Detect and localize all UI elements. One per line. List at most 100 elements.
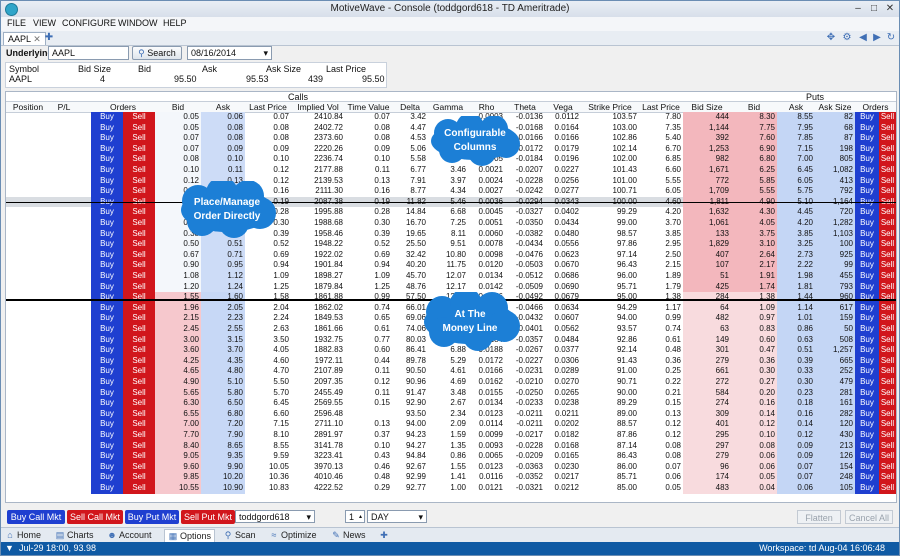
chain-cell[interactable]: 86.00	[581, 462, 639, 473]
chain-cell[interactable]: -0.0228	[505, 176, 545, 187]
chain-cell[interactable]: 95.00	[581, 292, 639, 303]
buy-put-button[interactable]: Buy	[855, 239, 879, 250]
chain-cell[interactable]: 483	[683, 483, 731, 494]
chain-cell[interactable]: -0.0210	[505, 377, 545, 388]
chain-cell[interactable]: 7.00	[155, 419, 201, 430]
chain-cell[interactable]: 0.16	[731, 398, 777, 409]
sell-call-button[interactable]: Sell	[123, 207, 155, 218]
buy-call-button[interactable]: Buy	[91, 366, 123, 377]
chain-cell[interactable]: 7.90	[201, 430, 245, 441]
chain-cell[interactable]: 2.05	[201, 302, 245, 314]
table-row[interactable]: Buy Sell Buy Sell 0.90 0.95 0.94 1901.84 0.94 40.…	[6, 260, 896, 271]
chain-cell[interactable]: 9.05	[155, 451, 201, 462]
chain-cell[interactable]: 1.09	[245, 271, 291, 282]
chain-cell[interactable]: 1.55	[155, 292, 201, 303]
sell-put-button[interactable]: Sell	[879, 122, 896, 134]
chain-cell[interactable]: 6.45	[777, 165, 815, 176]
chain-cell[interactable]: 1.09	[345, 271, 392, 282]
chain-cell[interactable]: 0.0690	[545, 282, 581, 293]
chain-cell[interactable]: 94.23	[392, 430, 428, 441]
sell-put-button[interactable]: Sell	[879, 387, 896, 399]
chain-cell[interactable]: 0.06	[731, 461, 777, 473]
chain-cell[interactable]: -0.0207	[505, 165, 545, 176]
chain-cell[interactable]: 1,282	[815, 218, 855, 229]
chain-cell[interactable]: 0.0277	[545, 186, 581, 197]
table-row[interactable]: Buy Sell Buy Sell 1.08 1.12 1.09 1898.27 1.09 45.…	[6, 271, 896, 282]
chain-cell[interactable]: 0.0202	[545, 419, 581, 430]
buy-put-button[interactable]: Buy	[855, 165, 879, 176]
chain-cell[interactable]: 68	[815, 122, 855, 134]
chain-cell[interactable]: 284	[683, 292, 731, 303]
chain-cell[interactable]: 0.86	[428, 451, 468, 462]
sell-put-button[interactable]: Sell	[879, 228, 896, 240]
chain-cell[interactable]: 2373.60	[291, 133, 345, 144]
buy-put-button[interactable]: Buy	[855, 334, 879, 346]
chain-cell[interactable]: 3141.78	[291, 441, 345, 452]
buy-put-button[interactable]: Buy	[855, 461, 879, 473]
chain-cell[interactable]: 4.61	[428, 366, 468, 377]
chain-cell[interactable]: 2.24	[245, 313, 291, 324]
sell-call-button[interactable]: Sell	[123, 249, 155, 261]
sell-call-button[interactable]: Sell	[123, 345, 155, 356]
chain-cell[interactable]: 8.40	[155, 440, 201, 452]
table-row[interactable]: Buy Sell Buy Sell 10.55 10.90 10.83 4222.52 0.29…	[6, 483, 896, 494]
chain-cell[interactable]: 87	[815, 133, 855, 144]
chain-cell[interactable]: 0.06	[639, 472, 683, 483]
chain-cell[interactable]: 2.15	[155, 313, 201, 324]
chain-cell[interactable]: 1.98	[777, 271, 815, 282]
chain-cell[interactable]: 0.0434	[545, 218, 581, 229]
chain-cell[interactable]: 94.00	[581, 313, 639, 324]
sell-put-button[interactable]: Sell	[879, 165, 896, 176]
chain-cell[interactable]: 0.0051	[468, 218, 505, 229]
chain-cell[interactable]: 32.42	[392, 250, 428, 261]
buy-put-button[interactable]: Buy	[855, 228, 879, 240]
chain-cell[interactable]: 97.86	[581, 239, 639, 250]
chain-cell[interactable]: 0.0480	[545, 229, 581, 240]
sell-put-button[interactable]: Sell	[879, 154, 896, 165]
sell-put-button[interactable]: Sell	[879, 239, 896, 250]
sell-call-button[interactable]: Sell	[123, 324, 155, 335]
chain-cell[interactable]: 3970.13	[291, 462, 345, 473]
chain-cell[interactable]: 0.0196	[545, 154, 581, 165]
sell-call-button[interactable]: Sell	[123, 366, 155, 377]
sell-put-button[interactable]: Sell	[879, 377, 896, 388]
chain-cell[interactable]: 6.25	[731, 165, 777, 176]
column-header[interactable]: Position	[6, 102, 50, 112]
sell-put-button[interactable]: Sell	[879, 112, 896, 123]
chain-cell[interactable]: 0.11	[345, 366, 392, 377]
column-header[interactable]: Time Value	[345, 102, 392, 112]
chain-cell[interactable]: 3.85	[639, 229, 683, 240]
chain-cell[interactable]: 1.00	[428, 483, 468, 494]
sell-call-market-button[interactable]: Sell Call Mkt	[67, 510, 123, 524]
chain-cell[interactable]: 0.0256	[545, 176, 581, 187]
status-menu-icon[interactable]: ▼	[5, 542, 14, 555]
table-row[interactable]: BuySellBuySell0.380.400.391958.460.3919.…	[6, 228, 896, 240]
buy-call-button[interactable]: Buy	[91, 419, 123, 430]
chain-cell[interactable]: 4.34	[428, 186, 468, 197]
chain-cell[interactable]: 0.46	[345, 462, 392, 473]
chain-cell[interactable]: 1882.83	[291, 345, 345, 356]
buy-call-button[interactable]: Buy	[91, 154, 123, 165]
column-header[interactable]: Gamma	[428, 102, 468, 112]
buy-call-button[interactable]: Buy	[91, 334, 123, 346]
chain-cell[interactable]: 0.09	[777, 451, 815, 462]
chain-cell[interactable]: 0.48	[345, 472, 392, 483]
chain-cell[interactable]: 2177.88	[291, 165, 345, 176]
sell-put-button[interactable]: Sell	[879, 260, 896, 271]
chain-cell[interactable]: 93.57	[581, 324, 639, 335]
chain-cell[interactable]: 2711.10	[291, 419, 345, 430]
chain-cell[interactable]: 0.43	[345, 451, 392, 462]
chain-cell[interactable]: 1,082	[815, 165, 855, 176]
chain-cell[interactable]: 0.30	[777, 377, 815, 388]
sell-put-market-button[interactable]: Sell Put Mkt	[181, 510, 235, 524]
chain-cell[interactable]: 8.65	[201, 440, 245, 452]
forward-icon[interactable]: ▶	[871, 32, 883, 43]
chain-cell[interactable]: 5.75	[777, 186, 815, 197]
chain-cell[interactable]: 6.90	[731, 143, 777, 155]
chain-cell[interactable]: 7.25	[428, 218, 468, 229]
chain-cell[interactable]: 2220.26	[291, 144, 345, 155]
buy-put-button[interactable]: Buy	[855, 313, 879, 324]
chain-cell[interactable]: 479	[815, 377, 855, 388]
chain-cell[interactable]: 1,709	[683, 186, 731, 197]
close-icon[interactable]: ✕	[883, 3, 897, 14]
